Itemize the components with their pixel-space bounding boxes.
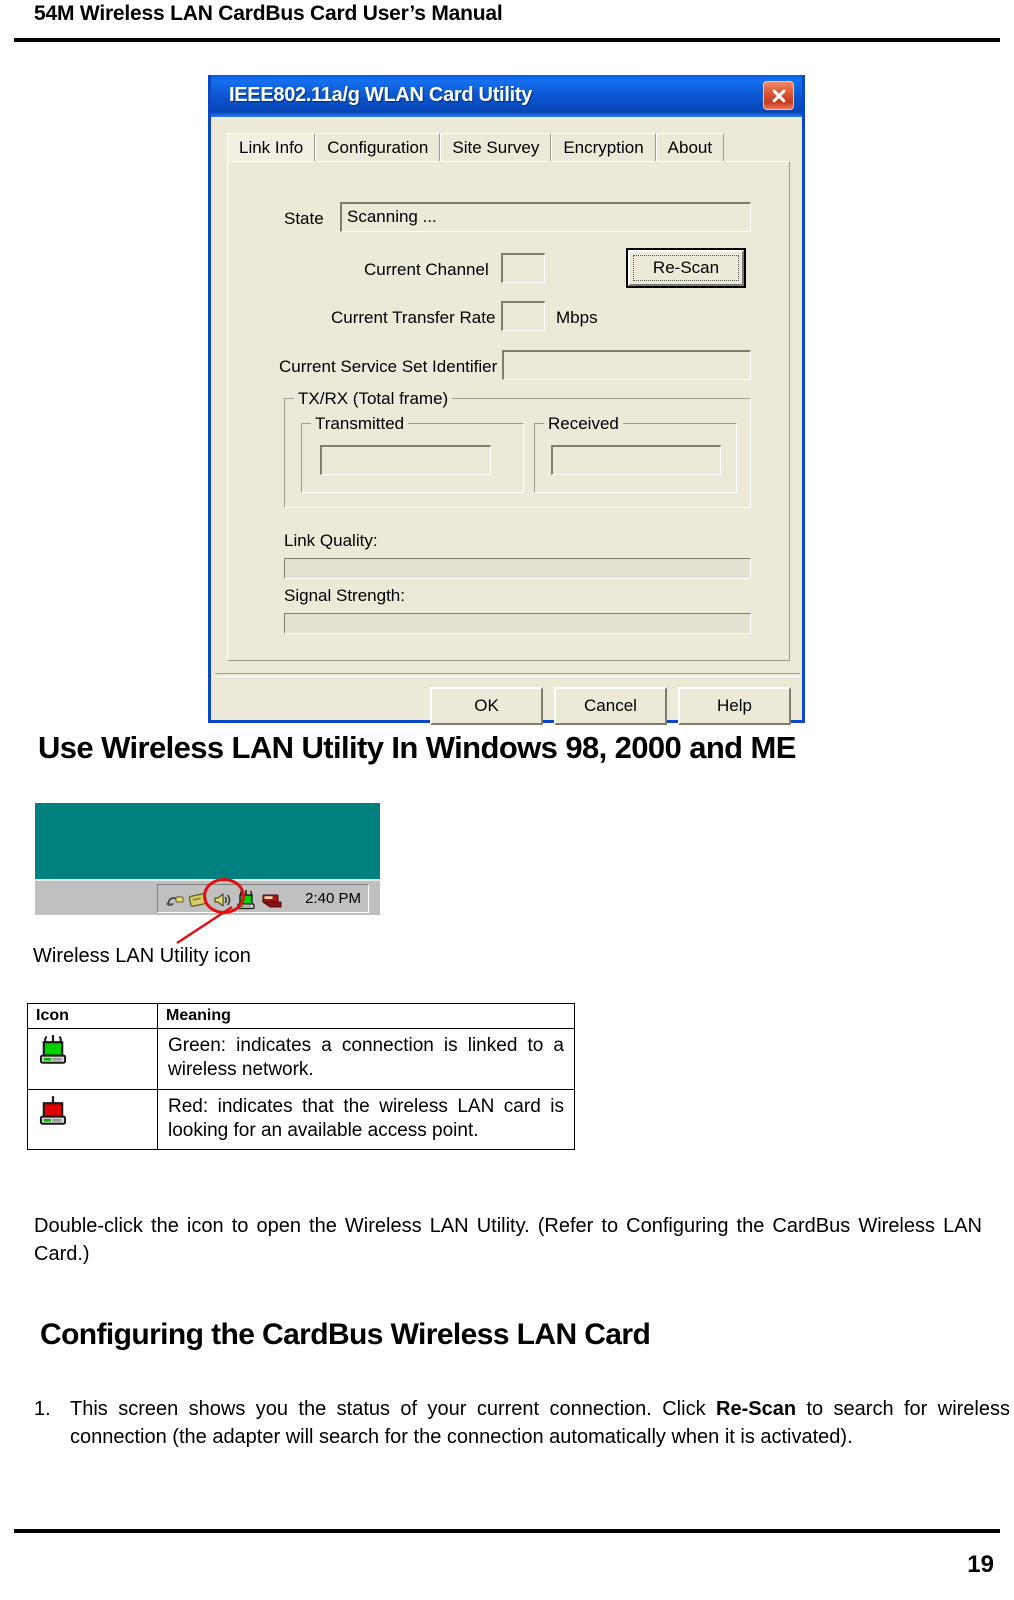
transmitted-groupbox-title: Transmitted: [311, 414, 409, 434]
link-quality-bar: [284, 558, 751, 579]
column-header-meaning: Meaning: [157, 1003, 575, 1029]
dialog-body: Link Info Configuration Site Survey Encr…: [211, 117, 802, 725]
step-text: This screen shows you the status of your…: [70, 1395, 1010, 1452]
column-header-icon: Icon: [27, 1003, 158, 1029]
step-list-item-1: 1. This screen shows you the status of y…: [34, 1395, 1010, 1495]
link-quality-label: Link Quality:: [284, 531, 378, 550]
link-info-panel: State Scanning ... Current Channel Re-Sc…: [227, 161, 790, 661]
received-groupbox-title: Received: [544, 414, 623, 434]
header-divider: [14, 38, 1000, 42]
step-text-part1: This screen shows you the status of your…: [70, 1398, 716, 1420]
rescan-button-label: Re-Scan: [652, 258, 720, 277]
table-cell-meaning-green: Green: indicates a connection is linked …: [157, 1028, 575, 1090]
manual-title: 54M Wireless LAN CardBus Card User’s Man…: [34, 2, 503, 25]
tab-about[interactable]: About: [655, 133, 725, 162]
tab-configuration[interactable]: Configuration: [315, 133, 441, 162]
ssid-label: Current Service Set Identifier: [279, 357, 498, 376]
help-button-label: Help: [717, 696, 752, 715]
cancel-button-label: Cancel: [584, 696, 637, 715]
step-text-rescan-emphasis: Re-Scan: [716, 1398, 797, 1420]
table-header-row: Icon Meaning: [27, 1003, 575, 1029]
wireless-status-red-icon: [36, 1095, 70, 1132]
tab-site-survey[interactable]: Site Survey: [440, 133, 552, 162]
current-channel-label: Current Channel: [364, 260, 489, 279]
tabstrip-filler: [724, 132, 790, 162]
table-cell-icon-red: [27, 1088, 158, 1151]
tab-link-info-label: Link Info: [239, 138, 304, 157]
transmitted-field[interactable]: [320, 445, 491, 475]
table-row: Red: indicates that the wireless LAN car…: [27, 1088, 575, 1151]
table-cell-icon-green: [27, 1028, 158, 1090]
txrx-groupbox: TX/RX (Total frame) Transmitted Received: [284, 389, 751, 508]
icon-meaning-table: Icon Meaning Green: indicates a connecti…: [27, 1003, 575, 1151]
txrx-groupbox-title: TX/RX (Total frame): [294, 389, 453, 409]
table-cell-meaning-red: Red: indicates that the wireless LAN car…: [157, 1088, 575, 1151]
footer-divider: [14, 1529, 1000, 1533]
signal-strength-label: Signal Strength:: [284, 586, 405, 605]
callout-leader-line: [176, 905, 233, 945]
screenshot-caption: Wireless LAN Utility icon: [33, 945, 251, 967]
current-transfer-rate-label: Current Transfer Rate: [331, 308, 496, 327]
received-field[interactable]: [551, 445, 721, 475]
state-value: Scanning ...: [347, 207, 437, 226]
section-heading-configuring: Configuring the CardBus Wireless LAN Car…: [40, 1318, 651, 1351]
ok-button[interactable]: OK: [430, 687, 543, 725]
received-groupbox: Received: [534, 414, 737, 493]
dialog-titlebar: IEEE802.11a/g WLAN Card Utility: [211, 75, 802, 117]
state-label: State: [284, 209, 324, 228]
close-icon[interactable]: [763, 81, 794, 110]
ssid-field[interactable]: [502, 350, 751, 380]
page-number: 19: [967, 1551, 994, 1578]
tray-clock[interactable]: 2:40 PM: [305, 890, 361, 907]
tab-about-label: About: [667, 138, 713, 157]
tab-site-survey-label: Site Survey: [452, 138, 540, 157]
tab-configuration-label: Configuration: [327, 138, 429, 157]
ok-button-label: OK: [474, 696, 499, 715]
dialog-title: IEEE802.11a/g WLAN Card Utility: [229, 84, 533, 106]
help-button[interactable]: Help: [678, 687, 791, 725]
page-header: 54M Wireless LAN CardBus Card User’s Man…: [0, 0, 1014, 46]
section-heading-use-wireless-lan-utility: Use Wireless LAN Utility In Windows 98, …: [38, 730, 796, 765]
desktop-background: [35, 803, 380, 879]
table-row: Green: indicates a connection is linked …: [27, 1028, 575, 1090]
double-click-paragraph: Double-click the icon to open the Wirele…: [34, 1215, 982, 1266]
tabstrip: Link Info Configuration Site Survey Encr…: [227, 133, 790, 162]
mbps-unit-label: Mbps: [556, 308, 598, 327]
current-transfer-rate-field[interactable]: [501, 301, 545, 331]
transmitted-groupbox: Transmitted: [301, 414, 524, 493]
wlan-card-utility-dialog: IEEE802.11a/g WLAN Card Utility Link Inf…: [208, 75, 805, 725]
cancel-button[interactable]: Cancel: [554, 687, 667, 725]
state-field[interactable]: Scanning ...: [340, 202, 751, 232]
signal-strength-bar: [284, 613, 751, 634]
tab-encryption[interactable]: Encryption: [551, 133, 656, 162]
modem-icon[interactable]: [260, 889, 284, 916]
step-number: 1.: [34, 1398, 51, 1420]
wireless-status-green-icon: [36, 1035, 70, 1071]
dialog-separator: [215, 673, 800, 677]
rescan-button[interactable]: Re-Scan: [626, 248, 746, 288]
tab-link-info[interactable]: Link Info: [227, 133, 316, 162]
tab-encryption-label: Encryption: [563, 138, 644, 157]
current-channel-field[interactable]: [501, 253, 545, 283]
